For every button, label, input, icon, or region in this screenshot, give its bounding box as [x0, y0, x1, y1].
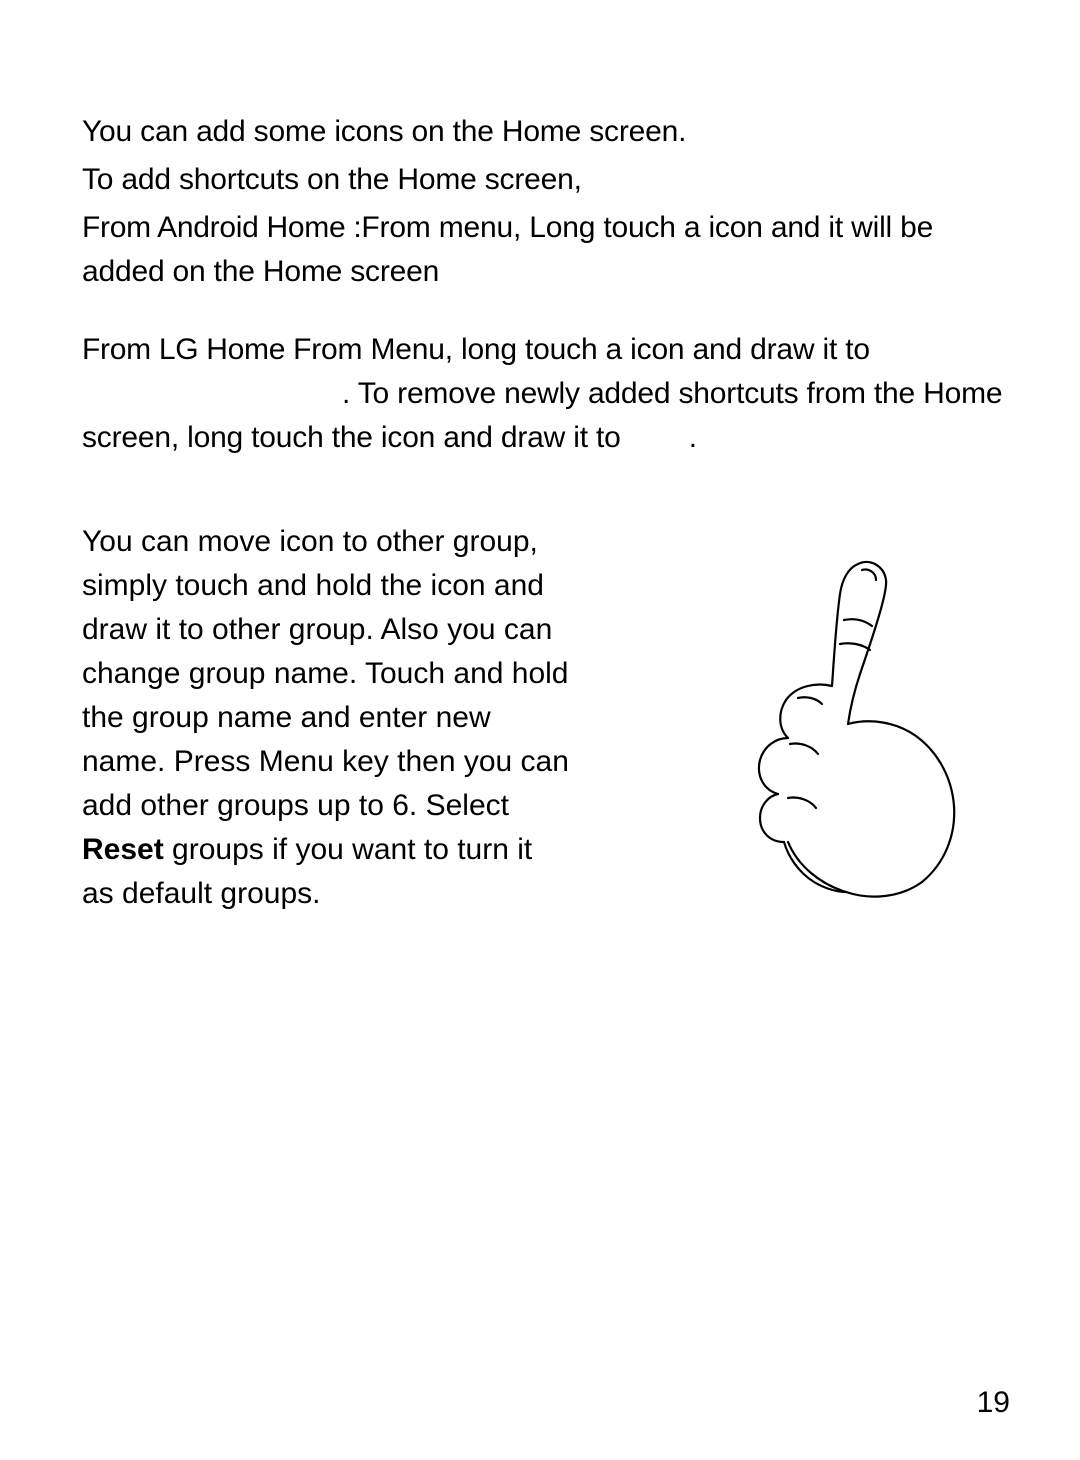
lg-home-label: From LG Home: [82, 333, 293, 366]
manual-page: You can add some icons on the Home scree…: [0, 0, 1080, 1460]
page-number: 19: [977, 1386, 1010, 1420]
intro-block: You can add some icons on the Home scree…: [82, 110, 1008, 460]
move-icon-text: You can move icon to other group, simply…: [82, 520, 572, 916]
pointing-hand-icon: [648, 540, 1008, 900]
lg-home-text-a: From Menu, long touch a icon and draw it…: [293, 333, 870, 366]
intro-line-2: To add shortcuts on the Home screen,: [82, 158, 1008, 202]
move-text-a: You can move icon to other group, simply…: [82, 525, 569, 822]
reset-label: Reset: [82, 833, 164, 866]
android-home-label: From Android Home :: [82, 211, 361, 244]
intro-line-1: You can add some icons on the Home scree…: [82, 110, 1008, 154]
android-home-paragraph: From Android Home :From menu, Long touch…: [82, 206, 1008, 294]
lg-home-paragraph: From LG Home From Menu, long touch a ico…: [82, 328, 1008, 460]
lg-home-text-b: . To remove newly added shortcuts from t…: [82, 377, 1002, 454]
lg-home-text-c: .: [689, 421, 697, 454]
